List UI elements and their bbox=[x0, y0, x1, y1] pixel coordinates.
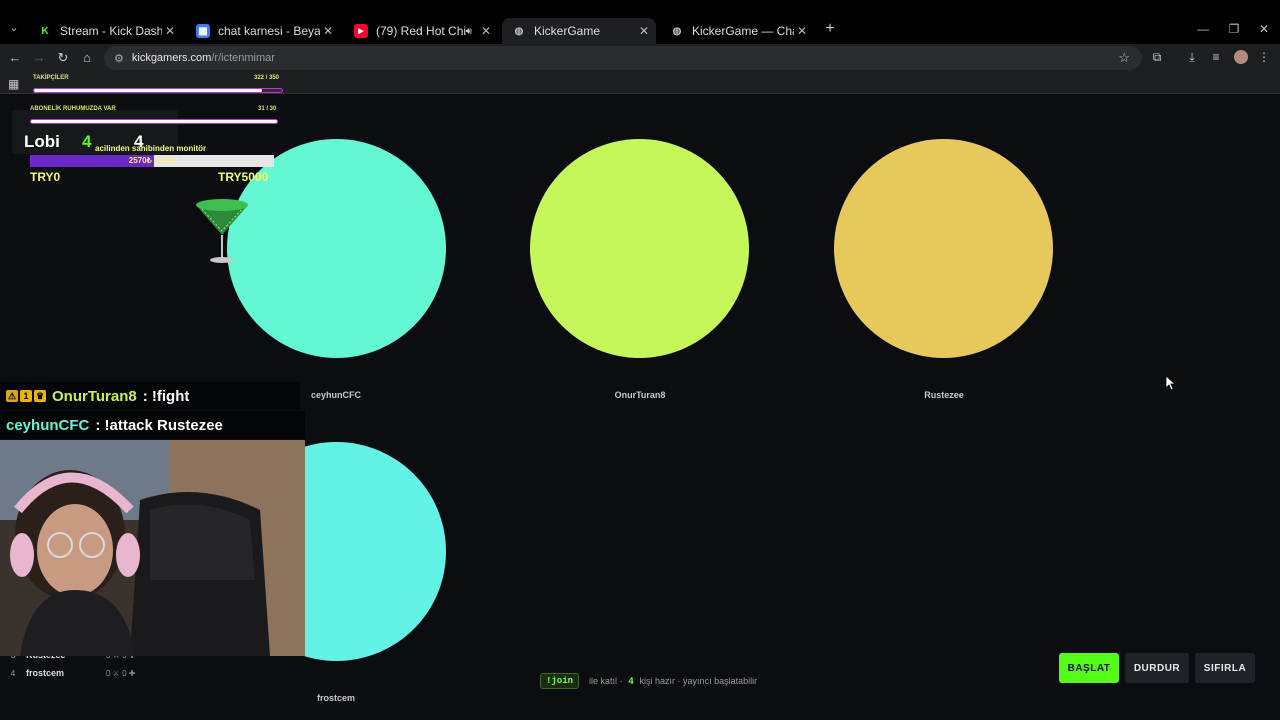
window-close-icon[interactable]: ✕ bbox=[1255, 22, 1273, 36]
player-circle-onurturan8[interactable] bbox=[530, 139, 749, 358]
followers-progress-fill bbox=[34, 89, 263, 92]
followers-label: TAKİPÇİLER bbox=[33, 75, 69, 81]
join-hint: !join ile katıl · 4 kişi hazır · yayıncı… bbox=[540, 672, 757, 690]
tab-title: chat karnesi - Beyaz Tahta bbox=[218, 24, 320, 38]
address-bar[interactable]: ⚙ kickgamers.com/r/ictenmimar ☆ bbox=[104, 46, 1142, 70]
chat-text: : !fight bbox=[142, 387, 190, 405]
player-circle-rustezee[interactable] bbox=[834, 139, 1053, 358]
start-button[interactable]: BAŞLAT bbox=[1059, 653, 1119, 683]
leaderboard-row: 4 frostcem 0 ⚔ 0 ✚ bbox=[10, 668, 136, 678]
goal-amount: 2570₺ (51%) bbox=[128, 156, 176, 165]
tab-kickergame-battle[interactable]: ◍ KickerGame — Chat Battle Royale ✕ bbox=[660, 18, 814, 44]
download-icon[interactable]: ⤓ bbox=[1184, 50, 1200, 65]
reload-icon[interactable]: ↻ bbox=[55, 50, 71, 66]
join-command-chip: !join bbox=[540, 673, 580, 689]
media-control-icon[interactable]: ≡ bbox=[1208, 50, 1224, 64]
crown-badge-icon: ♛ bbox=[34, 390, 46, 402]
chat-message: ceyhunCFC : !attack Rustezee bbox=[0, 411, 305, 439]
goal-progress-bar: 2570₺ (51%) bbox=[30, 155, 274, 167]
tab-whiteboard[interactable]: ▦ chat karnesi - Beyaz Tahta ✕ bbox=[186, 18, 340, 44]
subs-progress-fill bbox=[31, 120, 277, 123]
player-name: Rustezee bbox=[924, 390, 964, 400]
chat-username: OnurTuran8 bbox=[52, 387, 137, 405]
reset-button[interactable]: SIFIRLA bbox=[1195, 653, 1255, 683]
back-arrow-icon[interactable]: ← bbox=[7, 50, 23, 66]
goal-min: TRY0 bbox=[30, 170, 61, 184]
profile-avatar[interactable] bbox=[1234, 50, 1248, 64]
tab-title: (79) Red Hot Chili Peppers bbox=[376, 24, 466, 38]
tab-kick-dashboard[interactable]: K Stream - Kick Dashboard ✕ bbox=[28, 18, 182, 44]
chat-message: ⚠ 1 ♛ OnurTuran8 : !fight bbox=[0, 382, 300, 410]
forward-arrow-icon[interactable]: → bbox=[31, 50, 47, 66]
subs-label: ABONELİK RUHUMUZDA VAR bbox=[30, 106, 116, 112]
bookmark-star-icon[interactable]: ☆ bbox=[1118, 50, 1130, 66]
tab-title: KickerGame — Chat Battle Royale bbox=[692, 24, 794, 38]
restore-icon[interactable]: ❐ bbox=[1225, 22, 1243, 36]
goal-max: TRY5000 bbox=[218, 170, 269, 184]
globe-icon: ◍ bbox=[514, 25, 524, 37]
followers-progress-bar bbox=[33, 88, 283, 93]
url-text[interactable]: kickgamers.com/r/ictenmimar bbox=[132, 52, 275, 64]
lobby-value-a: 4 bbox=[82, 132, 92, 151]
tab-search-chevron-icon[interactable]: ⌄ bbox=[6, 20, 22, 36]
close-icon[interactable]: ✕ bbox=[794, 24, 810, 38]
apps-grid-icon[interactable]: ▦ bbox=[8, 77, 19, 91]
chat-username: ceyhunCFC bbox=[6, 416, 90, 434]
close-icon[interactable]: ✕ bbox=[320, 24, 336, 38]
stop-button[interactable]: DURDUR bbox=[1125, 653, 1189, 683]
close-icon[interactable]: ✕ bbox=[478, 24, 494, 38]
browser-tab-bar: ⌄ K Stream - Kick Dashboard ✕ ▦ chat kar… bbox=[0, 0, 1280, 44]
close-icon[interactable]: ✕ bbox=[636, 24, 652, 38]
player-name: frostcem bbox=[316, 693, 355, 703]
extensions-puzzle-icon[interactable]: ⧉ bbox=[1149, 50, 1165, 65]
webcam-image bbox=[0, 440, 305, 656]
cocktail-glass-icon bbox=[196, 199, 248, 263]
speaker-icon[interactable]: 🔊︎ bbox=[466, 26, 472, 37]
chat-text: : !attack Rustezee bbox=[95, 416, 223, 434]
tab-title: Stream - Kick Dashboard bbox=[60, 24, 162, 38]
home-icon[interactable]: ⌂ bbox=[79, 50, 95, 66]
site-info-icon[interactable]: ⚙ bbox=[114, 52, 124, 65]
browser-toolbar: ← → ↻ ⌂ ⚙ kickgamers.com/r/ictenmimar ☆ … bbox=[0, 44, 1280, 72]
close-icon[interactable]: ✕ bbox=[162, 24, 178, 38]
tab-title: KickerGame bbox=[534, 24, 601, 38]
ready-count: 4 bbox=[628, 676, 634, 686]
ready-text: kişi hazır · yayıncı başlatabilir bbox=[639, 676, 758, 686]
goal-title: acilinden sahibinden monitör bbox=[95, 144, 207, 153]
menu-kebab-icon[interactable]: ⋮ bbox=[1256, 50, 1272, 64]
minimize-icon[interactable]: — bbox=[1194, 22, 1212, 36]
tab-kickergame[interactable]: ◍ KickerGame ✕ bbox=[502, 18, 656, 44]
webcam-feed bbox=[0, 440, 305, 656]
game-page: ceyhunCFC OnurTuran8 Rustezee frostcem !… bbox=[0, 95, 1280, 720]
subs-progress-bar bbox=[30, 119, 278, 124]
new-tab-plus-icon[interactable]: + bbox=[822, 20, 838, 38]
warning-badge-icon: ⚠ bbox=[6, 390, 18, 402]
join-text: ile katıl · bbox=[589, 676, 623, 686]
mouse-cursor-icon bbox=[1166, 376, 1176, 391]
youtube-icon: ▶ bbox=[354, 24, 368, 38]
kick-icon: K bbox=[38, 24, 52, 38]
followers-count: 322 / 350 bbox=[254, 75, 280, 81]
subs-count: 31 / 30 bbox=[258, 106, 277, 112]
player-name: OnurTuran8 bbox=[614, 390, 666, 400]
lobby-label: Lobi bbox=[24, 132, 60, 151]
subscriber-badge-icon: 1 bbox=[20, 390, 32, 402]
tab-youtube[interactable]: ▶ (79) Red Hot Chili Peppers 🔊︎ ✕ bbox=[344, 18, 498, 44]
whiteboard-icon: ▦ bbox=[196, 24, 210, 38]
globe-icon: ◍ bbox=[672, 25, 682, 37]
